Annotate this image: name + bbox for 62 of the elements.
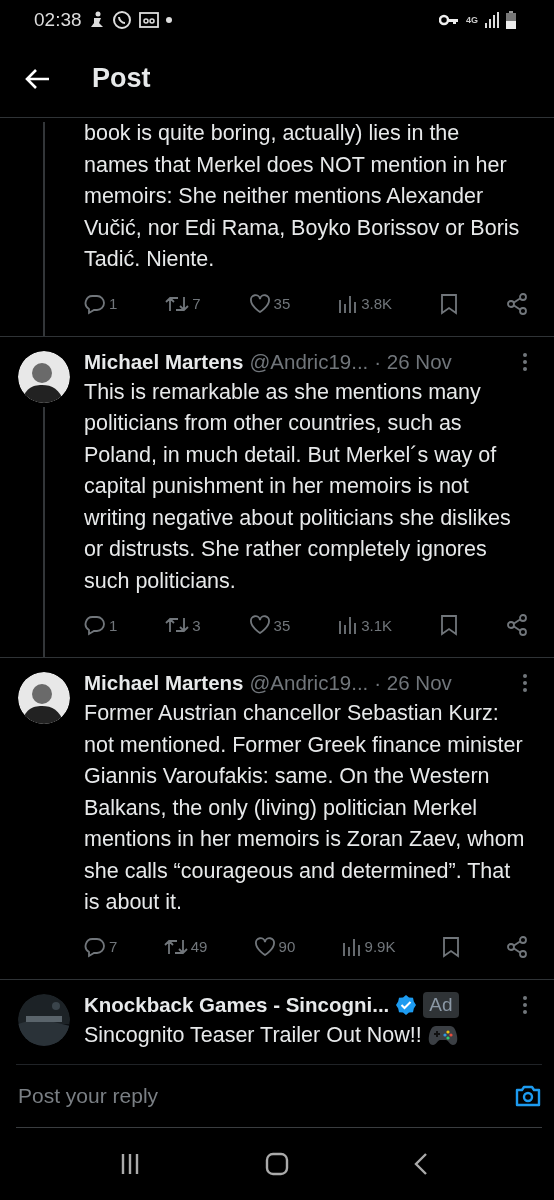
- bar-chart-icon[interactable]: [338, 615, 359, 635]
- home-icon: [265, 1152, 289, 1176]
- views-button[interactable]: 9.9K: [341, 936, 396, 957]
- key-icon: [439, 14, 459, 26]
- clock: 02:38: [34, 9, 82, 31]
- reply-button[interactable]: 1: [84, 614, 118, 636]
- avatar: [18, 672, 70, 724]
- speech-bubble-icon[interactable]: [84, 935, 106, 958]
- back-arrow-icon: [24, 67, 50, 90]
- network-label: 4G: [466, 15, 478, 25]
- author-name: Michael Martens: [84, 671, 244, 695]
- back-button[interactable]: [24, 67, 50, 90]
- views-button[interactable]: 3.8K: [338, 293, 393, 314]
- heart-icon[interactable]: [248, 293, 271, 314]
- bookmark-icon[interactable]: [441, 935, 460, 958]
- speech-bubble-icon[interactable]: [84, 292, 106, 315]
- avatar: [18, 350, 70, 403]
- repost-button[interactable]: 3: [165, 615, 201, 635]
- page-title: Post: [92, 63, 151, 94]
- signal-icon: [485, 12, 499, 28]
- bar-chart-icon[interactable]: [341, 936, 362, 957]
- ad-label: Ad: [423, 991, 459, 1018]
- heart-icon[interactable]: [248, 615, 271, 635]
- home-button[interactable]: [265, 1152, 289, 1176]
- speech-bubble-icon[interactable]: [84, 614, 106, 636]
- more-icon[interactable]: [522, 673, 528, 693]
- post-text: Former Austrian chancellor Sebastian Kurz: not mentioned. Former Greek finance minister Giannis Varoufakis: same. On the Western Balkans, the only (living) politician Merkel mentions in her memoirs is Zoran Zaev, whom she calls “courageous and determined”. That is about it.: [84, 700, 526, 916]
- more-icon[interactable]: [522, 994, 528, 1015]
- reply-button[interactable]: 1: [84, 292, 118, 315]
- post-date: · 26 Nov: [374, 349, 452, 374]
- repost-icon[interactable]: [165, 615, 190, 635]
- like-button[interactable]: 35: [248, 615, 291, 635]
- bar-chart-icon[interactable]: [338, 293, 359, 314]
- reply-field[interactable]: Post your reply: [16, 1083, 316, 1109]
- reply-button[interactable]: 7: [84, 935, 118, 958]
- views-button[interactable]: 3.1K: [338, 615, 393, 635]
- battery-icon: [506, 11, 516, 29]
- author-handle: @Andric19...: [249, 349, 369, 374]
- figure-icon: [88, 11, 105, 29]
- post-date: · 26 Nov: [374, 671, 452, 695]
- bookmark-icon[interactable]: [440, 614, 459, 636]
- post-text: This is remarkable as she mentions many politicians from other countries, such as Poland, in much detail. But Merkel´s way of capital punishment in her memoirs is not writing negative about politicians she dislikes or distrusts. She rather completely ignores such politicians.: [84, 378, 512, 595]
- author-name: Knockback Games - Sincogni...: [84, 992, 390, 1017]
- share-icon[interactable]: [506, 614, 528, 636]
- chat-icon: [111, 10, 132, 30]
- camera-icon[interactable]: [514, 1084, 542, 1108]
- post-text: book is quite boring, actually) lies in the names that Merkel does NOT mention in her memoirs: She neither mentions Alexander Vučić, nor Edi Rama, Boyko Borissov or Boris Tadić. Niente.: [84, 120, 521, 273]
- repost-button[interactable]: 7: [165, 293, 201, 314]
- cassette-icon: [138, 11, 159, 29]
- like-button[interactable]: 90: [253, 936, 296, 957]
- dot-icon: [165, 17, 172, 23]
- bookmark-icon[interactable]: [440, 292, 459, 315]
- repost-button[interactable]: 49: [163, 936, 208, 957]
- post-text: Sincognito Teaser Trailer Out Now!!: [84, 1021, 422, 1049]
- more-icon[interactable]: [522, 351, 528, 372]
- author-name: Michael Martens: [84, 349, 244, 374]
- share-icon[interactable]: [506, 292, 528, 315]
- heart-icon[interactable]: [253, 936, 276, 957]
- share-icon[interactable]: [506, 935, 528, 958]
- like-button[interactable]: 35: [248, 293, 291, 314]
- author-handle: @Andric19...: [249, 671, 369, 695]
- gamepad-icon: [427, 1023, 458, 1048]
